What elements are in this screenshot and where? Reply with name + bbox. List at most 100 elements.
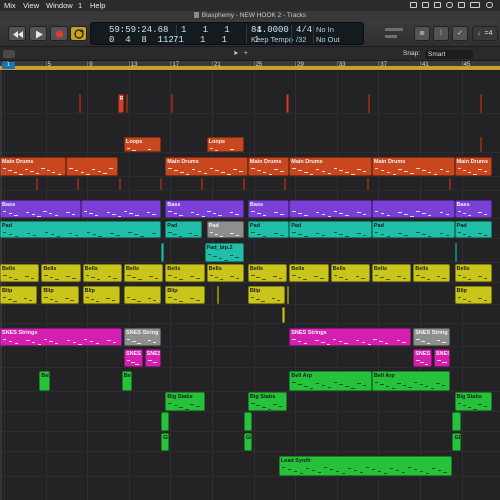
track-region[interactable]: Bells [41, 264, 81, 282]
status-icon[interactable] [434, 2, 441, 8]
track-region[interactable] [452, 412, 461, 431]
track-region[interactable] [243, 412, 253, 431]
menu-1[interactable]: 1 [78, 0, 82, 11]
track-region[interactable] [123, 286, 162, 304]
track-region[interactable]: Bel [39, 371, 50, 391]
track-region[interactable] [449, 178, 452, 190]
track-region[interactable]: SNES String [413, 328, 451, 346]
menu-window[interactable]: Window [46, 0, 73, 11]
status-icon[interactable] [410, 2, 417, 8]
track-region[interactable]: Blip [41, 286, 79, 304]
track-region[interactable]: Bell Arp [371, 371, 451, 391]
track-region[interactable]: Bells [454, 264, 492, 282]
track-region[interactable] [283, 178, 286, 190]
track-region[interactable] [66, 157, 118, 176]
track-region[interactable]: Main Drums [289, 157, 372, 176]
track-region[interactable]: Pad [165, 221, 203, 238]
track-region[interactable]: Big Stabs [165, 392, 205, 411]
track-region[interactable] [371, 200, 455, 218]
track-region[interactable]: Blip [82, 286, 120, 304]
track-region[interactable]: SNES [144, 349, 162, 367]
division[interactable]: /32 [296, 35, 306, 45]
add-track-button[interactable] [3, 50, 15, 58]
menu-view[interactable]: View [23, 0, 39, 11]
track-region[interactable]: Bells [289, 264, 329, 282]
track-region[interactable]: Pad [247, 221, 290, 238]
track-region[interactable]: GB [243, 433, 253, 451]
track-region[interactable] [367, 94, 370, 113]
track-region[interactable]: Pad_bip.2 [204, 243, 244, 262]
track-region[interactable]: Pad [454, 221, 492, 238]
track-region[interactable]: Bell Arp [289, 371, 372, 391]
track-region[interactable] [281, 307, 285, 323]
track-region[interactable]: Bass [454, 200, 492, 218]
track-region[interactable] [480, 137, 483, 152]
track-region[interactable] [289, 200, 372, 218]
track-region[interactable] [366, 178, 369, 190]
track-region[interactable]: Bass [247, 200, 290, 218]
pencil-tool-icon[interactable]: + [244, 47, 248, 61]
track-region[interactable]: Rev [286, 94, 290, 113]
battery-icon[interactable] [470, 2, 480, 8]
track-region[interactable]: Pad [206, 221, 244, 238]
track-region[interactable]: Pad [371, 221, 455, 238]
track-region[interactable]: Lead Synth [278, 456, 453, 476]
track-region[interactable]: GB [161, 433, 170, 451]
cycle-area[interactable] [0, 66, 500, 70]
status-icon[interactable] [458, 2, 465, 8]
track-region[interactable]: Main Drums [0, 157, 67, 176]
track-region[interactable]: Bel [121, 371, 133, 391]
track-region[interactable]: Blip [165, 286, 205, 304]
menu-help[interactable]: Help [90, 0, 105, 11]
track-region[interactable]: Main Drums [247, 157, 290, 176]
track-region[interactable] [480, 94, 483, 113]
track-region[interactable]: Bells [82, 264, 122, 282]
track-region[interactable]: SNES [123, 349, 143, 367]
track-region[interactable]: Bells [371, 264, 412, 282]
track-region[interactable]: Bells [0, 264, 40, 282]
playhead-marker[interactable]: 1 [2, 62, 15, 69]
track-region[interactable]: Main Drums [371, 157, 455, 176]
track-region[interactable] [78, 94, 81, 113]
track-region[interactable]: SNES String [123, 328, 162, 346]
track-region[interactable]: Blip [247, 286, 286, 304]
track-region[interactable]: Blip [454, 286, 492, 304]
pointer-tool-icon[interactable]: ➤ [233, 47, 238, 61]
track-region[interactable]: Bells [206, 264, 244, 282]
track-region[interactable]: Pad [289, 221, 372, 238]
track-region[interactable]: Blip [0, 286, 38, 304]
track-region[interactable]: SNES [413, 349, 432, 367]
track-region[interactable]: Loops [206, 137, 244, 152]
rewind-button[interactable] [8, 26, 26, 41]
status-icon[interactable] [446, 2, 453, 8]
track-region[interactable]: Pad [0, 221, 162, 238]
track-region[interactable] [118, 178, 121, 190]
track-region[interactable] [242, 178, 245, 190]
track-region[interactable] [201, 178, 204, 190]
count-in-button[interactable]: ♩=4 [472, 26, 498, 41]
track-region[interactable]: Loops [123, 137, 162, 152]
cycle-button[interactable] [70, 26, 87, 41]
track-region[interactable]: Bells [330, 264, 370, 282]
cpu-meter[interactable] [367, 25, 411, 42]
tracks-area[interactable]: R Rev Rev Loops Loops Main Drums Main Drums Ma… [0, 71, 500, 500]
track-region[interactable]: GB [452, 433, 461, 451]
tempo-value[interactable]: 84.0000 [251, 25, 289, 35]
track-region[interactable]: Bells [413, 264, 451, 282]
track-region[interactable] [287, 286, 290, 304]
track-region[interactable] [161, 412, 170, 431]
tempo-mode[interactable]: Keep Tempo [251, 35, 293, 45]
wifi-icon[interactable] [486, 2, 493, 8]
track-region[interactable]: Big Stabs [454, 392, 492, 411]
status-icon[interactable] [422, 2, 429, 8]
playhead[interactable] [0, 70, 2, 500]
track-region[interactable]: Bells [247, 264, 288, 282]
snap-select[interactable]: Smart [425, 50, 473, 59]
track-region[interactable]: Bass [165, 200, 244, 218]
lcd-display[interactable]: 59:59:24.68 0 4 8 112 1 1 1 1 71 1 1 1 8… [90, 22, 364, 45]
track-region[interactable]: Bells [123, 264, 164, 282]
track-region[interactable]: Main Drums [454, 157, 492, 176]
track-region[interactable]: SNES Strings [289, 328, 412, 346]
track-region[interactable]: Big Stabs [247, 392, 288, 411]
play-button[interactable] [29, 26, 47, 41]
